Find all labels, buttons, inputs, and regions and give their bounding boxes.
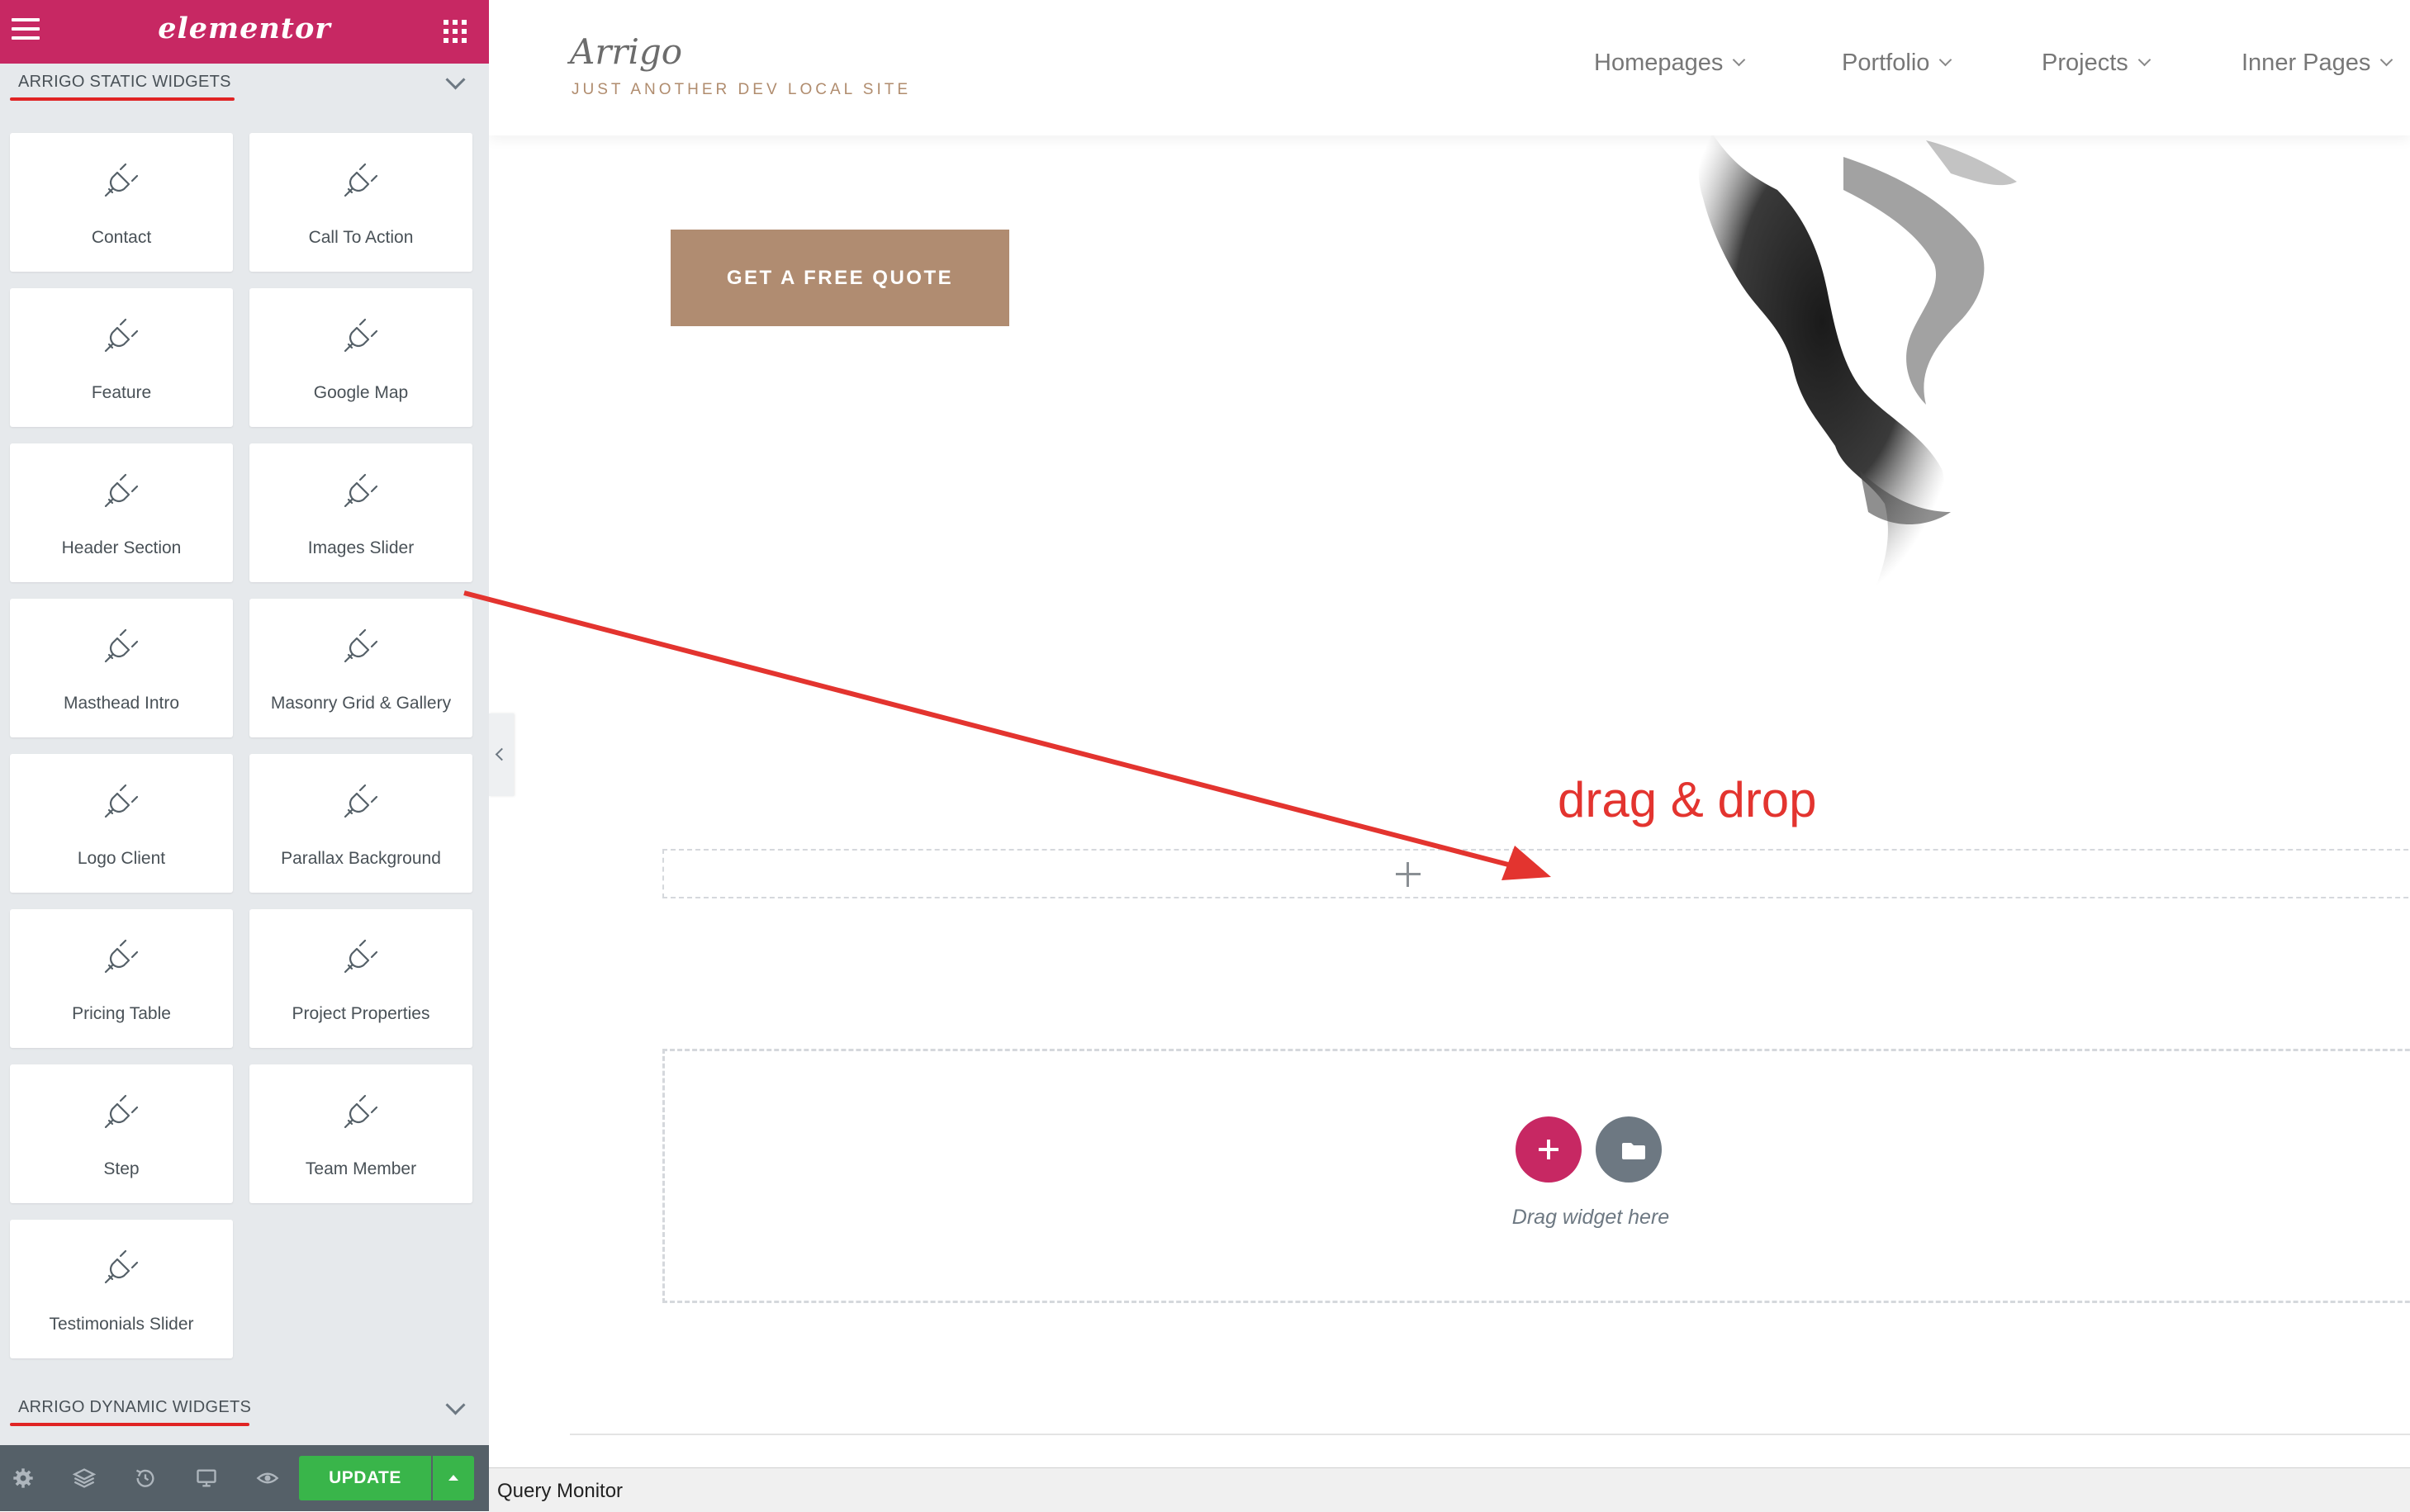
plug-icon bbox=[104, 163, 139, 197]
update-button[interactable]: UPDATE bbox=[299, 1456, 431, 1500]
annotation-label: drag & drop bbox=[1558, 772, 1817, 827]
chevron-down-icon bbox=[1939, 53, 1952, 67]
nav-item-projects[interactable]: Projects bbox=[2042, 50, 2151, 77]
get-quote-button[interactable]: GET A FREE QUOTE bbox=[671, 230, 1009, 326]
chevron-down-icon bbox=[2380, 53, 2393, 67]
panel-collapse-toggle[interactable] bbox=[489, 713, 514, 796]
plug-icon bbox=[344, 473, 378, 508]
plug-icon bbox=[344, 784, 378, 818]
category-title-dynamic[interactable]: ARRIGO DYNAMIC WIDGETS bbox=[18, 1398, 251, 1417]
widget-label: Header Section bbox=[61, 538, 182, 557]
nav-item-portfolio[interactable]: Portfolio bbox=[1842, 50, 1952, 77]
widget-contact[interactable]: Contact bbox=[10, 133, 233, 272]
panel-header: elementor bbox=[0, 0, 489, 64]
category-title-static[interactable]: ARRIGO STATIC WIDGETS bbox=[18, 73, 231, 92]
layers-icon[interactable] bbox=[73, 1467, 96, 1490]
divider bbox=[570, 1434, 2410, 1435]
widget-logo-client[interactable]: Logo Client bbox=[10, 754, 233, 893]
gear-icon[interactable] bbox=[12, 1467, 35, 1490]
plug-icon bbox=[104, 1094, 139, 1129]
nav-item-homepages[interactable]: Homepages bbox=[1594, 50, 1746, 77]
elementor-panel: elementor ARRIGO STATIC WIDGETS Contact C… bbox=[0, 0, 489, 1511]
widget-label: Call To Action bbox=[308, 228, 414, 247]
widget-label: Parallax Background bbox=[281, 849, 441, 868]
site-title[interactable]: Arrigo bbox=[570, 31, 682, 72]
chevron-down-icon[interactable] bbox=[445, 69, 466, 90]
widget-label: Logo Client bbox=[77, 849, 166, 868]
widget-label: Feature bbox=[91, 383, 152, 402]
elementor-logo: elementor bbox=[158, 12, 331, 45]
widget-drop-placeholder[interactable] bbox=[662, 849, 2410, 898]
widget-grid: Contact Call To Action Feature Google Map He… bbox=[10, 133, 472, 1358]
query-monitor-label: Query Monitor bbox=[497, 1480, 624, 1502]
plug-icon bbox=[104, 473, 139, 508]
ink-portrait-image bbox=[1698, 132, 2017, 606]
widget-label: Google Map bbox=[313, 383, 409, 402]
site-tagline: JUST ANOTHER DEV LOCAL SITE bbox=[572, 81, 912, 98]
widget-label: Step bbox=[103, 1159, 140, 1178]
drag-widget-hint: Drag widget here bbox=[1511, 1206, 1670, 1229]
add-section-button[interactable] bbox=[1516, 1116, 1582, 1183]
widget-parallax-background[interactable]: Parallax Background bbox=[249, 754, 472, 893]
plug-icon bbox=[344, 318, 378, 353]
site-header: Arrigo JUST ANOTHER DEV LOCAL SITE Homep… bbox=[489, 0, 2410, 135]
widget-label: Project Properties bbox=[292, 1004, 430, 1023]
chevron-down-icon[interactable] bbox=[445, 1395, 466, 1415]
widget-masonry-grid-gallery[interactable]: Masonry Grid & Gallery bbox=[249, 599, 472, 737]
plug-icon bbox=[344, 163, 378, 197]
widget-feature[interactable]: Feature bbox=[10, 288, 233, 427]
eye-icon[interactable] bbox=[256, 1467, 279, 1490]
widget-google-map[interactable]: Google Map bbox=[249, 288, 472, 427]
plug-icon bbox=[344, 1094, 378, 1129]
chevron-down-icon bbox=[2137, 53, 2151, 67]
widget-label: Masonry Grid & Gallery bbox=[270, 694, 452, 713]
nav-item-inner-pages[interactable]: Inner Pages bbox=[2242, 50, 2393, 77]
update-options-caret-icon[interactable] bbox=[433, 1456, 474, 1500]
widget-label: Masthead Intro bbox=[63, 694, 180, 713]
plug-icon bbox=[104, 318, 139, 353]
widget-label: Pricing Table bbox=[72, 1004, 171, 1023]
widget-project-properties[interactable]: Project Properties bbox=[249, 909, 472, 1048]
chevron-down-icon bbox=[1733, 53, 1746, 67]
widget-images-slider[interactable]: Images Slider bbox=[249, 443, 472, 582]
widget-pricing-table[interactable]: Pricing Table bbox=[10, 909, 233, 1048]
widget-call-to-action[interactable]: Call To Action bbox=[249, 133, 472, 272]
annotation-underline bbox=[10, 1423, 249, 1426]
annotation-underline bbox=[10, 97, 235, 101]
plug-icon bbox=[344, 628, 378, 663]
widget-testimonials-slider[interactable]: Testimonials Slider bbox=[10, 1220, 233, 1358]
folder-icon bbox=[1622, 1143, 1645, 1159]
query-monitor-bar[interactable]: Query Monitor bbox=[489, 1467, 2410, 1512]
widget-label: Testimonials Slider bbox=[49, 1315, 194, 1334]
history-icon[interactable] bbox=[134, 1467, 157, 1490]
widget-header-section[interactable]: Header Section bbox=[10, 443, 233, 582]
widget-team-member[interactable]: Team Member bbox=[249, 1064, 472, 1203]
widget-label: Images Slider bbox=[307, 538, 415, 557]
page-preview: Arrigo JUST ANOTHER DEV LOCAL SITE Homep… bbox=[489, 0, 2410, 1511]
widget-label: Team Member bbox=[305, 1159, 417, 1178]
plug-icon bbox=[104, 784, 139, 818]
plug-icon bbox=[104, 628, 139, 663]
widget-step[interactable]: Step bbox=[10, 1064, 233, 1203]
panel-footer: UPDATE bbox=[0, 1445, 489, 1511]
widgets-grid-icon[interactable] bbox=[444, 20, 467, 43]
add-template-button[interactable] bbox=[1596, 1116, 1662, 1183]
plug-icon bbox=[104, 939, 139, 974]
plug-icon bbox=[344, 939, 378, 974]
widget-label: Contact bbox=[91, 228, 152, 247]
plus-icon bbox=[1396, 862, 1421, 887]
desktop-icon[interactable] bbox=[195, 1467, 218, 1490]
plug-icon bbox=[104, 1249, 139, 1284]
widget-masthead-intro[interactable]: Masthead Intro bbox=[10, 599, 233, 737]
